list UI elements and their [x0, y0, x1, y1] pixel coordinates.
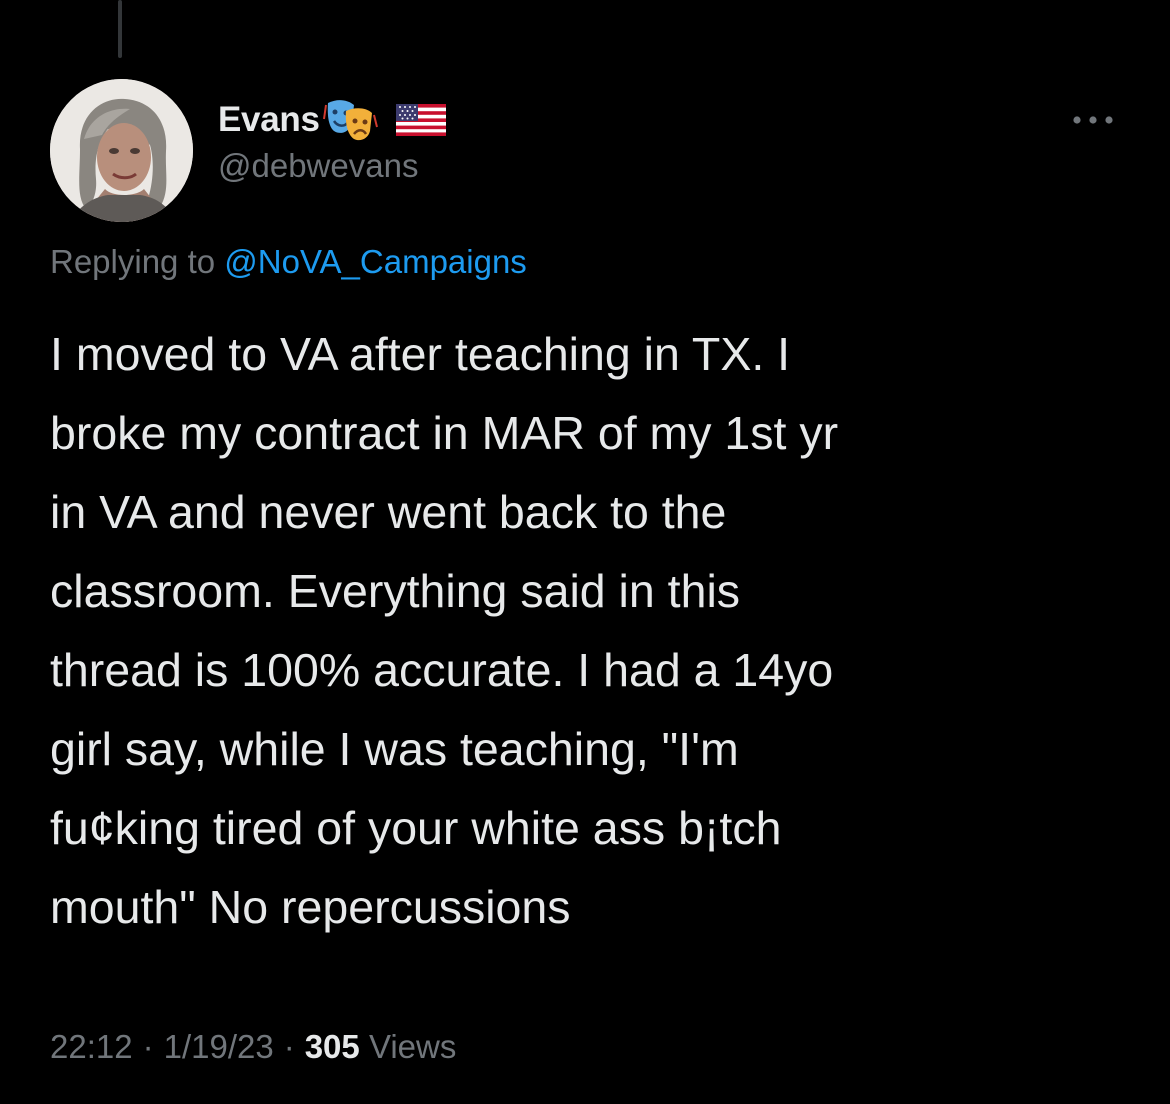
meta-separator: · — [142, 1028, 154, 1065]
replying-to-line: Replying to @NoVA_Campaigns — [50, 243, 527, 281]
author-handle[interactable]: @debwevans — [218, 147, 446, 185]
tweet-metadata: 22:12 · 1/19/23 · 305 Views — [50, 1028, 456, 1066]
tweet-date[interactable]: 1/19/23 — [164, 1028, 274, 1065]
views-count: 305 — [304, 1028, 360, 1065]
tweet-text-line: mouth" No repercussions — [50, 881, 571, 933]
author-name-row: Evans — [218, 97, 446, 143]
thread-connector-line — [118, 0, 122, 58]
meta-separator: · — [283, 1028, 295, 1065]
tweet-text-line: fu¢king tired of your white ass b¡tch — [50, 802, 782, 854]
more-options-button[interactable] — [1070, 106, 1116, 134]
performing-arts-icon — [322, 97, 378, 143]
tweet-body: I moved to VA after teaching in TX. I br… — [50, 315, 1130, 947]
us-flag-icon — [395, 104, 446, 136]
author-block: Evans @debwevans — [218, 97, 446, 185]
tweet-text-line: thread is 100% accurate. I had a 14yo — [50, 644, 834, 696]
more-dots-icon — [1073, 116, 1113, 124]
views-label: Views — [368, 1028, 457, 1065]
reply-target-link[interactable]: @NoVA_Campaigns — [224, 243, 527, 280]
tweet-time[interactable]: 22:12 — [50, 1028, 133, 1065]
author-display-name[interactable]: Evans — [218, 100, 320, 140]
tweet-text-line: classroom. Everything said in this — [50, 565, 741, 617]
tweet-text-line: girl say, while I was teaching, "I'm — [50, 723, 739, 775]
tweet-text-line: broke my contract in MAR of my 1st yr — [50, 407, 839, 459]
replying-to-label: Replying to — [50, 243, 216, 280]
avatar-image — [50, 79, 193, 222]
tweet-text-line: I moved to VA after teaching in TX. I — [50, 328, 791, 380]
avatar[interactable] — [50, 79, 193, 222]
tweet-text-line: in VA and never went back to the — [50, 486, 727, 538]
